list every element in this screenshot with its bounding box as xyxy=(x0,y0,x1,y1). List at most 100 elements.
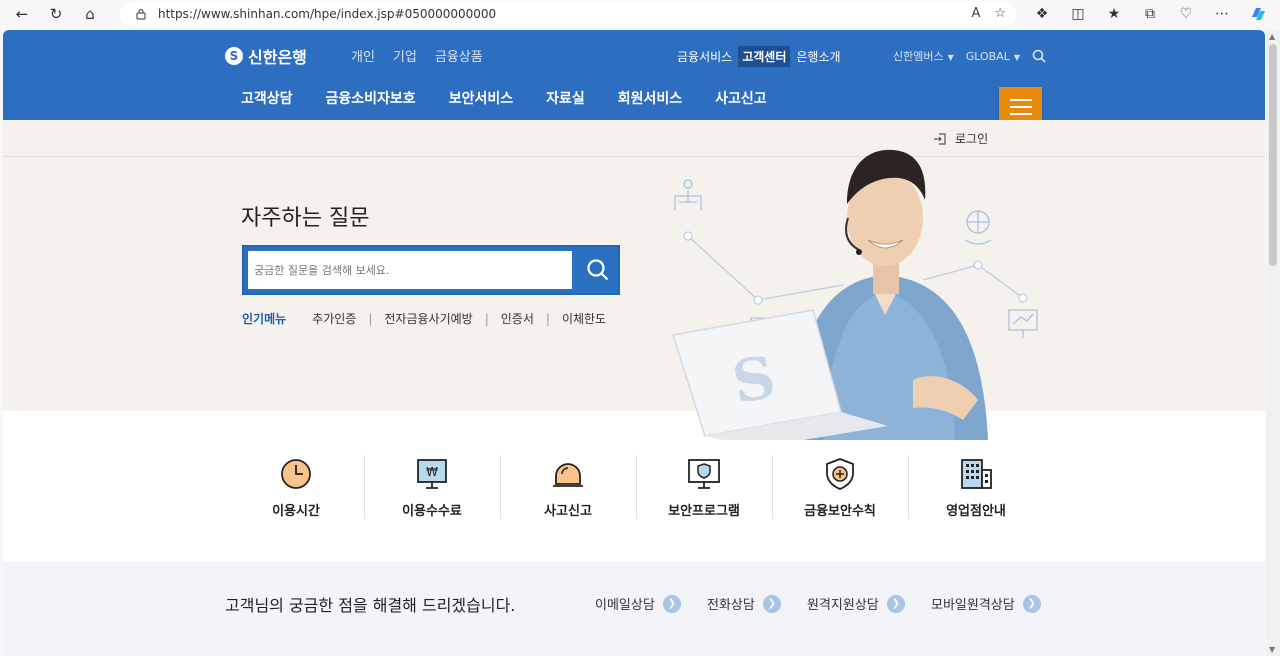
consult-label: 전화상담 xyxy=(707,598,755,613)
top-link-products[interactable]: 금융상품 xyxy=(435,46,483,65)
remote-consult-link[interactable]: 원격지원상담 ❯ xyxy=(807,594,905,613)
nav-security-service[interactable]: 보안서비스 xyxy=(449,88,513,108)
separator: | xyxy=(545,311,550,326)
faq-hero: 로그인 자주하는 질문 인기메뉴 추가인증 | 전자금융사기예방 | 인증서 |… xyxy=(3,120,1265,440)
caret-down-icon: ▼ xyxy=(947,53,954,62)
quick-item-label: 금융보안수칙 xyxy=(804,504,876,519)
popular-menu: 인기메뉴 추가인증 | 전자금융사기예방 | 인증서 | 이체한도 xyxy=(242,310,606,327)
clock-icon xyxy=(281,459,311,489)
page-scrollbar[interactable]: ▲ ▼ xyxy=(1266,30,1280,656)
quick-item-fees[interactable]: ₩ 이용수수료 xyxy=(364,450,500,530)
popular-item[interactable]: 추가인증 xyxy=(312,310,356,327)
consultation-title: 고객님의 궁금한 점을 해결해 드리겠습니다. xyxy=(225,596,516,615)
top-links: 개인 기업 금융상품 xyxy=(351,46,483,65)
page-title: 자주하는 질문 xyxy=(241,206,370,231)
favorites-icon[interactable]: ★ xyxy=(1102,2,1126,26)
separator: | xyxy=(368,311,373,326)
chevron-right-icon: ❯ xyxy=(662,594,681,613)
hamburger-line xyxy=(1009,105,1032,108)
consult-label: 원격지원상담 xyxy=(807,598,879,613)
popular-label: 인기메뉴 xyxy=(242,312,287,326)
main-nav: 고객상담 금융소비자보호 보안서비스 자료실 회원서비스 사고신고 xyxy=(241,88,767,108)
more-icon[interactable]: ⋯ xyxy=(1210,2,1234,26)
quick-item-label: 이용시간 xyxy=(272,504,320,519)
link-bank-intro[interactable]: 은행소개 xyxy=(796,48,840,65)
shinhan-logo-icon: S xyxy=(225,47,243,65)
faq-search-input[interactable] xyxy=(248,251,572,289)
faq-search-box xyxy=(242,245,620,295)
lock-icon xyxy=(136,8,146,20)
quick-item-branches[interactable]: 영업점안내 xyxy=(908,450,1044,530)
nav-library[interactable]: 자료실 xyxy=(546,88,585,108)
right-links: 신한멤버스 ▼ GLOBAL ▼ xyxy=(893,48,1046,64)
hamburger-line xyxy=(1009,98,1032,101)
nav-accident-report[interactable]: 사고신고 xyxy=(715,88,767,108)
link-financial-services[interactable]: 금융서비스 xyxy=(677,48,732,65)
quick-item-label: 보안프로그램 xyxy=(668,504,740,519)
consult-label: 이메일상담 xyxy=(595,598,655,613)
nav-consumer-protection[interactable]: 금융소비자보호 xyxy=(326,88,416,108)
caret-down-icon: ▼ xyxy=(1013,52,1021,62)
browser-essentials-icon[interactable]: ♡ xyxy=(1174,2,1198,26)
back-icon[interactable]: ← xyxy=(10,2,34,26)
scroll-up-icon[interactable]: ▲ xyxy=(1269,32,1275,41)
quick-item-security-rules[interactable]: 금융보안수칙 xyxy=(772,450,908,530)
separator: | xyxy=(484,311,489,326)
refresh-icon[interactable]: ↻ xyxy=(44,2,68,26)
quick-item-accident[interactable]: 사고신고 xyxy=(500,450,636,530)
consultant-illustration: S xyxy=(672,149,1038,440)
global-label: GLOBAL xyxy=(965,49,1010,63)
split-screen-icon[interactable]: ◫ xyxy=(1066,2,1090,26)
phone-consult-link[interactable]: 전화상담 ❯ xyxy=(707,594,781,613)
center-links: 금융서비스 고객센터 은행소개 xyxy=(677,46,841,67)
address-bar[interactable]: https://www.shinhan.com/hpe/index.jsp#05… xyxy=(120,2,1016,26)
nav-member-service[interactable]: 회원서비스 xyxy=(618,88,682,108)
popular-item[interactable]: 전자금융사기예방 xyxy=(384,310,472,327)
consult-label: 모바일원격상담 xyxy=(931,598,1015,613)
chevron-right-icon: ❯ xyxy=(762,594,781,613)
read-aloud-icon[interactable]: A xyxy=(971,6,980,21)
site-header: S 신한은행 개인 기업 금융상품 금융서비스 고객센터 은행소개 신한멤버스 ▼… xyxy=(3,30,1265,126)
svg-text:₩: ₩ xyxy=(426,465,438,479)
faq-search-button[interactable] xyxy=(576,247,620,293)
link-shinhan-members[interactable]: 신한멤버스 ▼ xyxy=(893,48,954,64)
siren-icon xyxy=(553,463,583,487)
logo-text: 신한은행 xyxy=(248,48,307,67)
browser-toolbar: ← ↻ ⌂ https://www.shinhan.com/hpe/index.… xyxy=(0,0,1280,28)
email-consult-link[interactable]: 이메일상담 ❯ xyxy=(595,594,681,613)
scrollbar-thumb[interactable] xyxy=(1269,44,1277,266)
collections-icon[interactable]: ⧉ xyxy=(1138,2,1162,26)
quick-item-label: 사고신고 xyxy=(544,504,592,519)
chevron-right-icon: ❯ xyxy=(886,594,905,613)
quick-item-security-program[interactable]: 보안프로그램 xyxy=(636,450,772,530)
shinhan-logo[interactable]: S 신한은행 xyxy=(225,44,307,68)
copilot-icon[interactable] xyxy=(1246,2,1270,26)
link-global[interactable]: GLOBAL ▼ xyxy=(966,50,1020,63)
favorite-star-icon[interactable]: ☆ xyxy=(994,6,1006,21)
quick-item-hours[interactable]: 이용시간 xyxy=(228,450,364,530)
mobile-remote-consult-link[interactable]: 모바일원격상담 ❯ xyxy=(931,594,1041,613)
nav-consultation[interactable]: 고객상담 xyxy=(241,88,293,108)
consultation-strip: 고객님의 궁금한 점을 해결해 드리겠습니다. 이메일상담 ❯ 전화상담 ❯ 원격지… xyxy=(3,562,1265,656)
hamburger-line xyxy=(1009,112,1032,115)
divider xyxy=(3,156,1265,157)
chevron-right-icon: ❯ xyxy=(1022,594,1041,613)
link-customer-center[interactable]: 고객센터 xyxy=(738,46,791,67)
shield-plus-icon xyxy=(826,458,854,490)
popular-item[interactable]: 이체한도 xyxy=(562,310,606,327)
quick-item-label: 영업점안내 xyxy=(946,504,1006,519)
popular-item[interactable]: 인증서 xyxy=(501,310,534,327)
members-label: 신한멤버스 xyxy=(893,50,944,63)
top-link-corporate[interactable]: 기업 xyxy=(393,46,417,65)
top-link-personal[interactable]: 개인 xyxy=(351,46,375,65)
url-text: https://www.shinhan.com/hpe/index.jsp#05… xyxy=(158,7,497,21)
building-icon xyxy=(961,459,992,489)
extensions-icon[interactable]: ❖ xyxy=(1030,2,1054,26)
home-icon[interactable]: ⌂ xyxy=(78,2,102,26)
web-page: S 신한은행 개인 기업 금융상품 금융서비스 고객센터 은행소개 신한멤버스 ▼… xyxy=(3,30,1265,656)
quick-item-label: 이용수수료 xyxy=(402,504,462,519)
quick-menu: 이용시간 ₩ 이용수수료 사고신고 보안프로그램 금융보안수칙 영업점안내 xyxy=(228,450,1048,530)
scroll-down-icon[interactable]: ▼ xyxy=(1269,645,1275,654)
monitor-won-icon: ₩ xyxy=(417,459,447,489)
search-icon[interactable] xyxy=(1032,49,1046,63)
